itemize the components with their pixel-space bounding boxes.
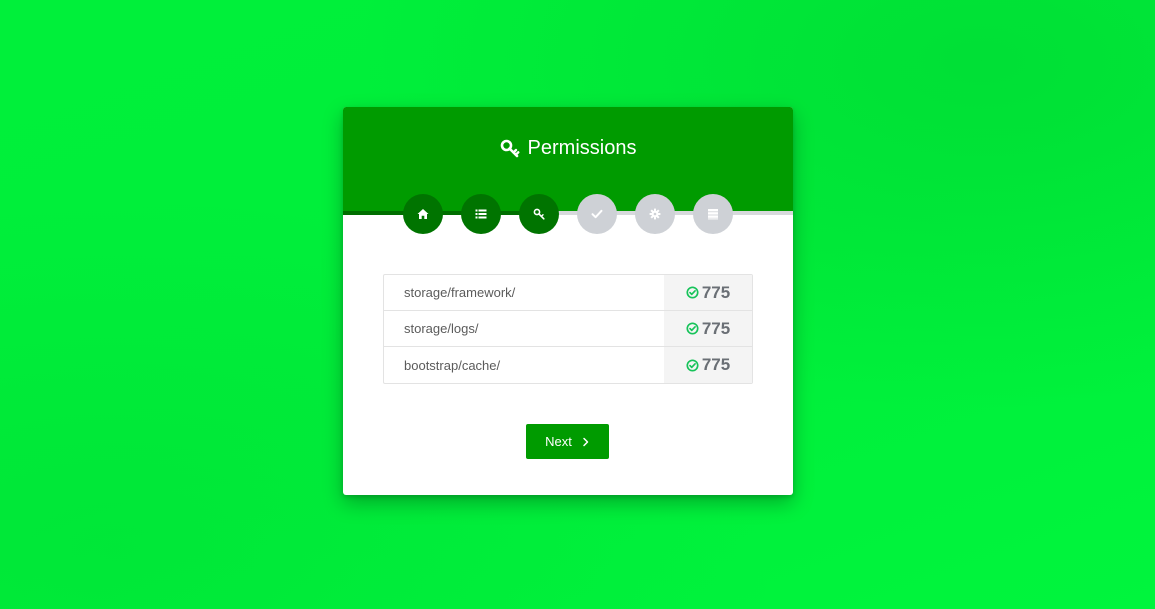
- key-icon: [500, 138, 520, 158]
- table-row: storage/logs/ 775: [384, 311, 752, 347]
- card-header: Permissions: [343, 107, 793, 234]
- home-icon: [417, 209, 429, 219]
- permission-value: 775: [701, 318, 731, 338]
- permission-value: 775: [701, 282, 731, 302]
- step-permissions[interactable]: [519, 194, 559, 234]
- check-circle-icon: [686, 286, 699, 299]
- page-title-text: Permissions: [527, 137, 637, 159]
- check-icon: [591, 209, 603, 219]
- key-icon: [533, 208, 545, 220]
- gear-icon: [649, 208, 661, 220]
- permissions-table: storage/framework/ 775 storage/logs/ 775…: [383, 274, 753, 384]
- step-database[interactable]: [693, 194, 733, 234]
- page-title: Permissions: [343, 133, 793, 163]
- next-button[interactable]: Next: [526, 424, 609, 459]
- check-circle-icon: [686, 358, 699, 372]
- list-icon: [475, 209, 487, 219]
- permission-path: storage/framework/: [404, 285, 516, 300]
- table-row: storage/framework/ 775: [384, 275, 752, 311]
- permission-path: bootstrap/cache/: [404, 357, 501, 373]
- permission-path: storage/logs/: [404, 321, 479, 336]
- permission-status: 775: [664, 347, 752, 383]
- step-settings[interactable]: [635, 194, 675, 234]
- table-row: bootstrap/cache/ 775: [384, 347, 752, 383]
- step-home[interactable]: [403, 194, 443, 234]
- permission-value: 775: [701, 355, 731, 374]
- chevron-right-icon: [583, 437, 589, 446]
- permission-status: 775: [664, 275, 752, 310]
- step-finish-check[interactable]: [577, 194, 617, 234]
- next-button-label: Next: [545, 434, 572, 449]
- permission-status: 775: [664, 311, 752, 346]
- installer-card: Permissions storage/framework/ 775 stora…: [343, 107, 793, 495]
- check-circle-icon: [686, 322, 699, 335]
- server-icon: [708, 209, 718, 220]
- step-requirements[interactable]: [461, 194, 501, 234]
